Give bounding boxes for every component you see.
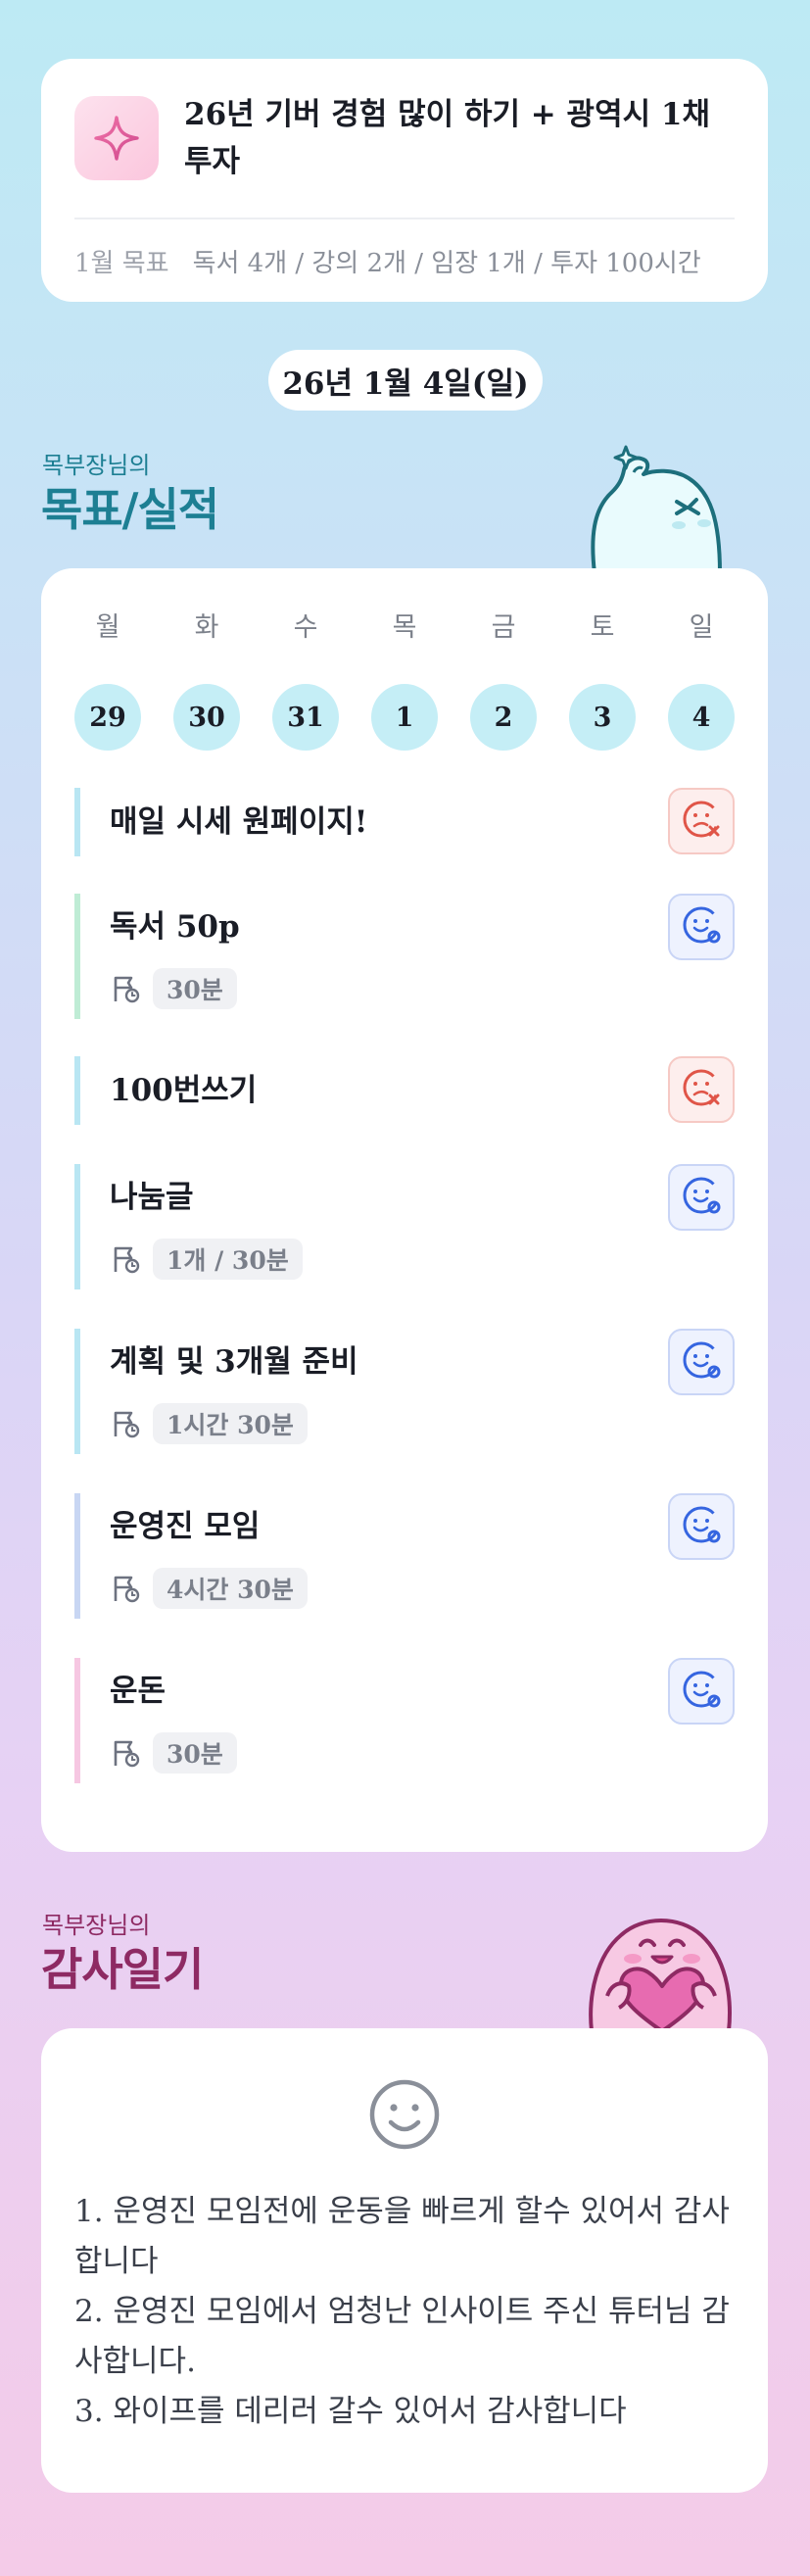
sparkle-icon: [74, 96, 159, 180]
task-time-row: 30분: [110, 968, 735, 1009]
day-name: 월: [95, 612, 120, 643]
goal-title: 26년 기버 경험 많이 하기 + 광역시 1채 투자: [184, 97, 710, 179]
done-status-button[interactable]: [668, 1658, 735, 1725]
task-time-row: 4시간 30분: [110, 1568, 735, 1609]
task-time-row: 1개 / 30분: [110, 1239, 735, 1280]
task-item[interactable]: 운돈 30분: [74, 1658, 735, 1783]
month-goal-values: 독서 4개 / 강의 2개 / 임장 1개 / 투자 100시간: [192, 248, 701, 278]
calendar-day[interactable]: 목 1: [371, 611, 438, 751]
task-item[interactable]: 나눔글 1개 / 30분: [74, 1164, 735, 1289]
heart-mascot-illustration: [589, 1919, 732, 2031]
month-goal-label: 1월 목표: [74, 248, 169, 278]
task-time-row: 30분: [110, 1732, 735, 1774]
task-time: 4시간 30분: [153, 1568, 308, 1609]
task-item[interactable]: 독서 50p 30분: [74, 894, 735, 1019]
done-status-button[interactable]: [668, 1164, 735, 1231]
day-name: 목: [392, 612, 417, 643]
task-name: 나눔글: [110, 1180, 194, 1215]
smiley-icon: [367, 2077, 442, 2152]
thanks-diary-text: 1. 운영진 모임전에 운동을 빠르게 할수 있어서 감사합니다 2. 운영진 …: [74, 2187, 735, 2437]
day-name: 일: [689, 612, 714, 643]
done-status-button[interactable]: [668, 1493, 735, 1560]
task-time: 1시간 30분: [153, 1403, 308, 1444]
calendar-day[interactable]: 금 2: [470, 611, 537, 751]
task-item[interactable]: 매일 시세 원페이지!: [74, 788, 735, 856]
task-name: 독서 50p: [110, 909, 240, 945]
day-name: 수: [293, 612, 318, 643]
thanks-line: 2. 운영진 모임에서 엄청난 인사이트 주신 튜터님 감사합니다.: [74, 2294, 730, 2379]
fail-status-button[interactable]: [668, 1056, 735, 1123]
task-item[interactable]: 운영진 모임 4시간 30분: [74, 1493, 735, 1619]
calendar-day[interactable]: 월 29: [74, 611, 141, 751]
smile-face-check-icon: [680, 903, 723, 950]
flag-clock-icon: [110, 1408, 141, 1439]
day-number[interactable]: 29: [74, 684, 141, 751]
smile-face-check-icon: [680, 1668, 723, 1715]
task-item[interactable]: 100번쓰기: [74, 1056, 735, 1125]
flag-clock-icon: [110, 973, 141, 1004]
task-name: 계획 및 3개월 준비: [110, 1344, 358, 1380]
calendar-day[interactable]: 화 30: [173, 611, 240, 751]
task-time-row: 1시간 30분: [110, 1403, 735, 1444]
task-name: 운돈: [110, 1674, 167, 1709]
goal-card[interactable]: 26년 기버 경험 많이 하기 + 광역시 1채 투자 1월 목표 독서 4개 …: [41, 59, 768, 302]
date-selector[interactable]: 26년 1월 4일(일): [268, 350, 543, 411]
task-item[interactable]: 계획 및 3개월 준비 1시간 30분: [74, 1329, 735, 1454]
day-number[interactable]: 1: [371, 684, 438, 751]
task-name: 매일 시세 원페이지!: [110, 804, 368, 840]
calendar-day-selected[interactable]: 일 4: [668, 611, 735, 751]
thanks-diary-card[interactable]: 1. 운영진 모임전에 운동을 빠르게 할수 있어서 감사합니다 2. 운영진 …: [41, 2028, 768, 2493]
calendar-day[interactable]: 토 3: [569, 611, 636, 751]
flag-clock-icon: [110, 1737, 141, 1769]
flag-clock-icon: [110, 1243, 141, 1275]
fail-status-button[interactable]: [668, 788, 735, 854]
calendar-day[interactable]: 수 31: [272, 611, 339, 751]
flag-clock-icon: [110, 1573, 141, 1604]
task-time: 30분: [153, 1732, 237, 1774]
day-number[interactable]: 4: [668, 684, 735, 751]
sad-face-x-icon: [680, 798, 723, 845]
smile-face-check-icon: [680, 1503, 723, 1550]
smile-face-check-icon: [680, 1174, 723, 1221]
day-name: 토: [590, 612, 615, 643]
day-number[interactable]: 2: [470, 684, 537, 751]
day-number[interactable]: 31: [272, 684, 339, 751]
thanks-line: 1. 운영진 모임전에 운동을 빠르게 할수 있어서 감사합니다: [74, 2194, 730, 2279]
thanks-line: 3. 와이프를 데리러 갈수 있어서 감사합니다: [74, 2394, 627, 2429]
tasks-card: 월 29 화 30 수 31 목 1 금 2 토 3 일 4 매일 시세 원페이…: [41, 568, 768, 1852]
task-time: 30분: [153, 968, 237, 1009]
day-name: 화: [194, 612, 219, 643]
done-status-button[interactable]: [668, 1329, 735, 1395]
day-number[interactable]: 30: [173, 684, 240, 751]
thanks-section-title: 감사일기: [41, 1943, 204, 1996]
goals-section-title: 목표/실적: [41, 483, 219, 536]
goal-header: 26년 기버 경험 많이 하기 + 광역시 1채 투자: [74, 59, 735, 219]
day-name: 금: [491, 612, 516, 643]
sad-face-x-icon: [680, 1066, 723, 1113]
month-goal-row: 1월 목표 독서 4개 / 강의 2개 / 임장 1개 / 투자 100시간: [74, 219, 735, 302]
day-number[interactable]: 3: [569, 684, 636, 751]
task-name: 100번쓰기: [110, 1073, 258, 1108]
done-status-button[interactable]: [668, 894, 735, 960]
ghost-mascot-illustration: [591, 445, 722, 573]
task-name: 운영진 모임: [110, 1509, 261, 1544]
week-calendar: 월 29 화 30 수 31 목 1 금 2 토 3 일 4: [74, 611, 735, 751]
task-time: 1개 / 30분: [153, 1239, 303, 1280]
smile-face-check-icon: [680, 1338, 723, 1385]
